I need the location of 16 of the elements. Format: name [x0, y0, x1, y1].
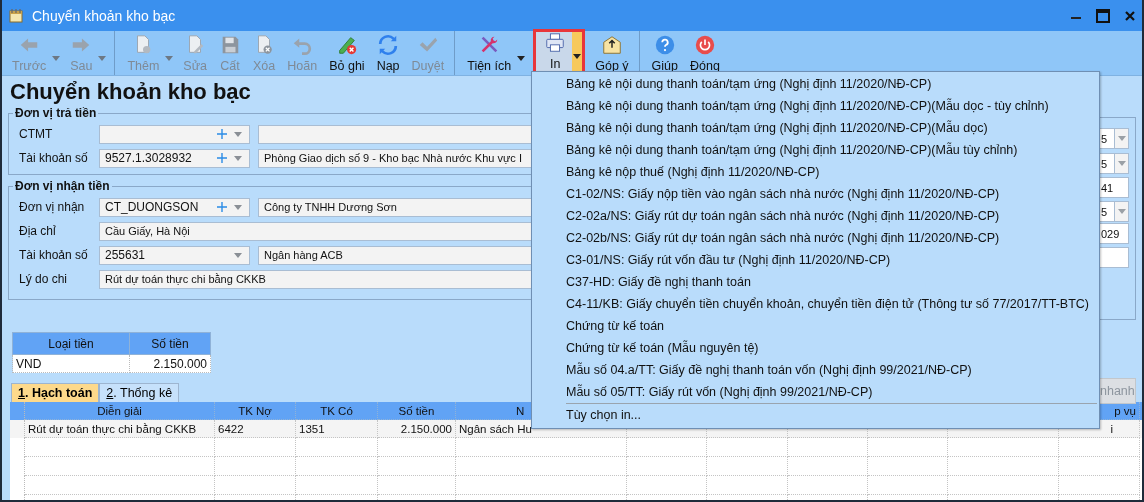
table-cell: Rút dự toán thực chi bằng CKKB — [25, 420, 215, 438]
table-cell: 6422 — [215, 420, 296, 438]
table-cell: 2.150.000 — [378, 420, 456, 438]
field-label: Tài khoản số — [19, 248, 89, 262]
column-header: Số tiền — [129, 332, 211, 355]
field-label: Đơn vị nhận — [19, 200, 86, 214]
field-label: CTMT — [19, 127, 54, 141]
field-label: Tài khoản số — [19, 151, 89, 165]
table-cell: 1351 — [296, 420, 378, 438]
page-title: Chuyển khoản kho bạc — [10, 79, 251, 105]
column-header: Loại tiền — [12, 332, 130, 355]
window-title: Chuyển khoản kho bạc — [32, 7, 176, 24]
group-title: Đơn vị nhận tiền — [14, 179, 111, 193]
field-label: Địa chỉ — [19, 224, 57, 238]
field-label: Lý do chi — [19, 272, 69, 286]
group-title: Đơn vị trả tiền — [14, 106, 98, 120]
